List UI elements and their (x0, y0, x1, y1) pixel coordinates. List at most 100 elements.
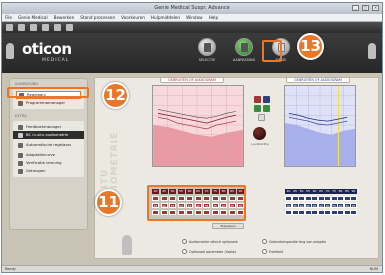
settings-icon[interactable] (54, 24, 61, 31)
app-window: Genie Medical Suspr. Advance _ □ × File … (1, 2, 383, 273)
maximize-button[interactable]: □ (362, 5, 369, 11)
table-value-cell[interactable]: 45 (186, 203, 193, 208)
table-value-cell[interactable] (152, 196, 159, 201)
table-value-cell[interactable]: 45 (169, 203, 176, 208)
table-value-cell[interactable]: 35 (228, 203, 236, 208)
option-label: Freefield (269, 249, 284, 254)
close-button[interactable]: × (372, 5, 379, 11)
callout-11: 11 (95, 189, 122, 216)
brand-subtitle: MEDICAL (42, 58, 70, 63)
table-value-cell[interactable] (350, 210, 357, 215)
memory-icon (18, 168, 23, 174)
table-value-cell[interactable]: 35 (211, 203, 219, 208)
table-value-cell[interactable] (186, 196, 193, 201)
sidebar-item-automatic[interactable]: Automatische regelaars (13, 139, 84, 151)
open-icon[interactable] (18, 24, 25, 31)
connect-icon[interactable] (42, 24, 49, 31)
right-channel-button[interactable] (263, 96, 270, 103)
menu-stand-processen[interactable]: Stand processen (80, 14, 115, 21)
window-controls: _ □ × (352, 5, 379, 11)
step-selectie[interactable]: SELECTIE (194, 38, 220, 62)
table-value-cell[interactable] (211, 196, 219, 201)
option-label: Gebruikerspositie ting van adaptie (269, 239, 326, 244)
left-channel-button[interactable] (254, 96, 261, 103)
sidebar: AANPASSING Regelaars Programmamanager EX… (9, 78, 88, 230)
table-value-cell[interactable] (169, 196, 176, 201)
sidebar-item-insitu[interactable]: BC in-situ audiometrie (13, 131, 84, 139)
table-value-cell[interactable] (177, 210, 185, 215)
sidebar-item-verification[interactable]: Verificatie lemning (13, 159, 84, 167)
minimize-button[interactable]: _ (352, 5, 359, 11)
title-bar: Genie Medical Suspr. Advance _ □ × (2, 3, 382, 14)
left-hearing-aid-icon[interactable] (6, 43, 14, 59)
step-aanpassing[interactable]: AANPASSING (231, 38, 257, 62)
status-text: Ready (5, 267, 16, 271)
table-value-cell[interactable] (220, 196, 227, 201)
feedback-icon (18, 124, 23, 130)
table-header-cell: 55 (177, 189, 185, 194)
sidebar-item-adaptation[interactable]: Adaptatiecurve (13, 151, 84, 159)
table-header-cell: 65 (194, 189, 202, 194)
table-header-cell: 80 (220, 189, 227, 194)
save-icon[interactable] (6, 24, 13, 31)
table-value-cell[interactable] (350, 196, 357, 201)
help-icon[interactable] (66, 24, 73, 31)
table-value-cell[interactable]: 50 (177, 203, 185, 208)
table-value-cell[interactable] (228, 210, 236, 215)
sidebar-item-feedback[interactable]: Feedbackmanager (13, 123, 84, 131)
left-graph-title: GEBRUITEN OF AUDIOGRAM (160, 77, 224, 83)
menu-window[interactable]: Window (186, 14, 203, 21)
table-header-cell: 70 (203, 189, 210, 194)
sidebar-item-label: Geheugen (26, 168, 46, 173)
print-icon[interactable] (30, 24, 37, 31)
table-value-cell[interactable] (228, 196, 236, 201)
left-ear-audiogram[interactable] (152, 85, 244, 167)
table-value-cell[interactable] (169, 210, 176, 215)
table-value-cell[interactable]: 40 (220, 203, 227, 208)
sidebar-item-programmamanager[interactable]: Programmamanager (13, 99, 84, 107)
menu-file[interactable]: File (5, 14, 12, 21)
apply-button[interactable]: Toepassen (212, 223, 244, 229)
menu-help[interactable]: Help (209, 14, 219, 21)
volume-knob[interactable] (253, 127, 266, 140)
table-value-cell[interactable]: 40 (160, 203, 168, 208)
mute-icon[interactable] (258, 114, 265, 121)
table-value-cell[interactable]: 30 (237, 203, 244, 208)
table-value-cell[interactable] (237, 210, 244, 215)
callout-13-highlight (262, 40, 282, 62)
option-parameter[interactable]: Optionaal parameter (Vaste) (182, 249, 236, 254)
option-user-position[interactable]: Gebruikerspositie ting van adaptie (262, 239, 326, 244)
table-value-cell[interactable] (160, 196, 168, 201)
table-value-cell[interactable] (160, 210, 168, 215)
menu-genie-medical[interactable]: Genie Medical (18, 14, 48, 21)
table-value-cell[interactable] (211, 210, 219, 215)
right-ear-audiogram[interactable] (284, 85, 356, 167)
table-value-cell[interactable] (220, 210, 227, 215)
sidebar-item-memory[interactable]: Geheugen (13, 167, 84, 175)
sidebar-panel-extra: Feedbackmanager BC in-situ audiometrie A… (13, 121, 84, 177)
table-value-cell[interactable]: 35 (152, 203, 159, 208)
table-value-cell[interactable] (186, 210, 193, 215)
sidebar-item-label: Programmamanager (26, 100, 66, 105)
table-value-cell[interactable]: 35 (203, 203, 210, 208)
stop-icon[interactable] (263, 105, 270, 112)
table-value-cell[interactable] (177, 196, 185, 201)
menu-bewerken[interactable]: Bewerken (54, 14, 75, 21)
table-value-cell[interactable] (152, 210, 159, 215)
right-hearing-aid-icon[interactable] (368, 43, 376, 59)
option-freefield[interactable]: Freefield (262, 249, 283, 254)
menu-voorkeuren[interactable]: Voorkeuren (121, 14, 145, 21)
device-icon (198, 38, 216, 56)
table-value-cell[interactable] (194, 210, 202, 215)
menu-hulpmiddelen[interactable]: Hulpmiddelen (151, 14, 180, 21)
table-value-cell[interactable]: 25 (350, 203, 357, 208)
radio-icon (182, 249, 187, 254)
table-value-cell[interactable] (203, 210, 210, 215)
table-header-cell: 45 (160, 189, 168, 194)
option-audiometry[interactable]: Audiometrie stimuli optionele (182, 239, 238, 244)
table-value-cell[interactable]: 40 (194, 203, 202, 208)
table-value-cell[interactable] (203, 196, 210, 201)
table-value-cell[interactable] (237, 196, 244, 201)
play-icon[interactable] (254, 105, 261, 112)
table-value-cell[interactable] (194, 196, 202, 201)
